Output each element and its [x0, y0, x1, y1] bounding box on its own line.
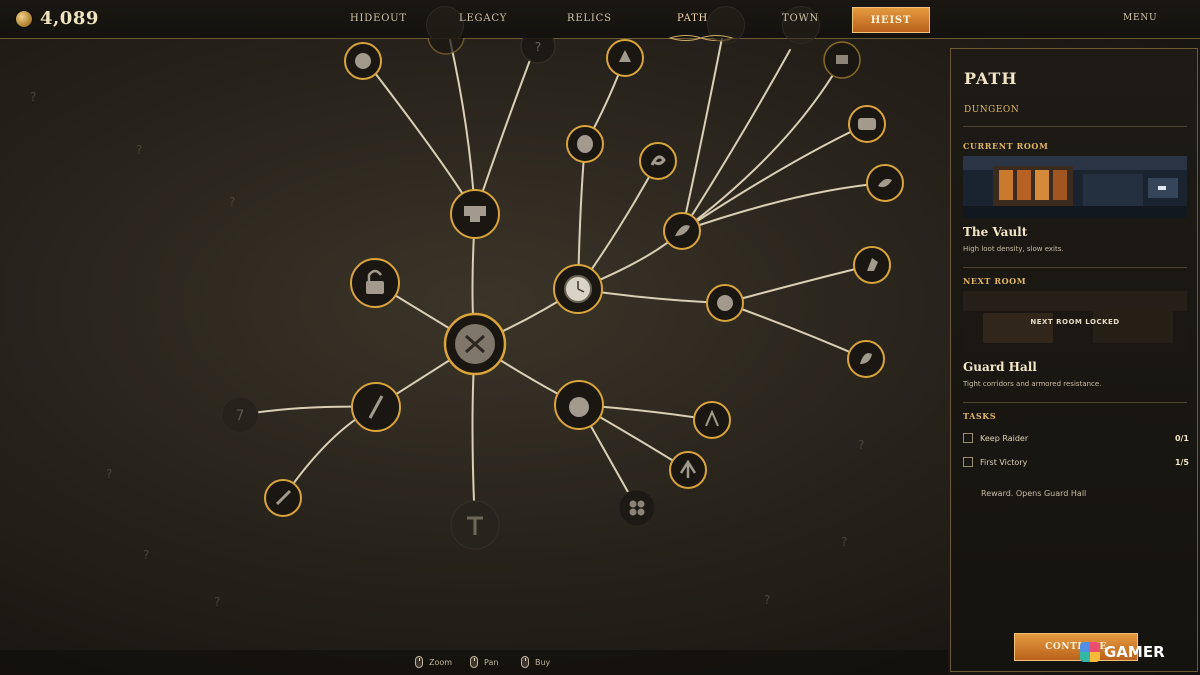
node-drum[interactable] [848, 105, 886, 143]
node-campfire[interactable] [693, 401, 731, 439]
node-horse[interactable] [853, 246, 891, 284]
pan-hint-label: Pan [484, 657, 499, 667]
node-helm2[interactable] [706, 284, 744, 322]
node-anvil[interactable] [450, 189, 500, 239]
node-helmet[interactable] [344, 42, 382, 80]
unknown-marker: ? [214, 595, 221, 609]
watermark: GAMER [1080, 642, 1165, 662]
node-bird[interactable] [866, 164, 904, 202]
watermark-text: GAMER [1104, 643, 1165, 661]
panel-subtitle: DUNGEON [964, 105, 1020, 115]
zoom-hint-label: Zoom [429, 657, 453, 667]
panel-title: PATH [964, 69, 1018, 88]
node-root[interactable] [443, 312, 507, 376]
nav-path[interactable]: PATH [677, 13, 708, 24]
task-row[interactable]: Keep Raider 0/1 [963, 431, 1189, 445]
node-barrel[interactable] [566, 125, 604, 163]
node-feather[interactable] [663, 212, 701, 250]
task-row[interactable]: First Victory 1/5 [963, 455, 1189, 469]
nav-hideout[interactable]: HIDEOUT [350, 13, 407, 24]
task-label: Keep Raider [980, 433, 1029, 443]
node-crossbow[interactable]: ? [520, 38, 556, 64]
buy-hint: Buy [521, 656, 550, 668]
nav-legacy[interactable]: LEGACY [459, 13, 507, 24]
node-scroll[interactable] [823, 41, 861, 79]
svg-text:?: ? [535, 40, 541, 54]
node-spear[interactable] [351, 382, 401, 432]
path-panel: PATH DUNGEON CURRENT ROOM The Vault High… [950, 48, 1198, 672]
nav-town[interactable]: TOWN [782, 13, 819, 24]
unknown-marker: ? [764, 593, 771, 607]
node-clock[interactable] [553, 264, 603, 314]
current-room-image [963, 156, 1187, 218]
nav-relics[interactable]: RELICS [567, 13, 612, 24]
divider [963, 126, 1187, 127]
top-bar: 4,089 HIDEOUT LEGACY RELICS PATH TOWN HE… [0, 0, 1200, 44]
node-arrow-up[interactable] [669, 451, 707, 489]
current-room-description: High loot density, slow exits. [963, 245, 1064, 253]
zoom-hint: Zoom [415, 656, 452, 668]
next-room-locked-text: NEXT ROOM LOCKED [1030, 318, 1120, 326]
unknown-marker: ? [30, 90, 37, 104]
mouse-click-icon [521, 656, 529, 668]
pan-hint: Pan [470, 656, 498, 668]
next-room-description: Tight corridors and armored resistance. [963, 380, 1102, 388]
next-room-name: Guard Hall [963, 360, 1037, 374]
unknown-marker: ? [136, 143, 143, 157]
locked-number: 7 [236, 408, 245, 424]
mouse-drag-icon [470, 656, 478, 668]
unknown-marker: ? [106, 467, 113, 481]
next-room-label: NEXT ROOM [963, 276, 1027, 286]
unknown-marker: ? [841, 535, 848, 549]
current-room-name: The Vault [963, 225, 1028, 239]
divider [963, 402, 1187, 403]
tasks-label: TASKS [963, 411, 997, 421]
task-count: 1/5 [1174, 457, 1189, 467]
menu-button[interactable]: MENU [1123, 13, 1157, 23]
divider [963, 267, 1187, 268]
tree-nodes: ? 7 [221, 38, 904, 550]
node-tool[interactable] [427, 38, 465, 55]
node-bomb[interactable] [554, 380, 604, 430]
buy-hint-label: Buy [535, 657, 551, 667]
current-room-label: CURRENT ROOM [963, 141, 1049, 151]
unknown-marker: ? [858, 438, 865, 452]
task-label: First Victory [980, 457, 1028, 467]
node-snake[interactable] [639, 142, 677, 180]
unknown-marker: ? [229, 195, 236, 209]
node-lock[interactable] [350, 258, 400, 308]
gamer-logo-icon [1080, 642, 1100, 662]
currency-display: 4,089 [16, 8, 99, 29]
task-count: 0/1 [1174, 433, 1189, 443]
node-gem[interactable] [606, 39, 644, 77]
currency-value: 4,089 [40, 8, 99, 29]
mouse-scroll-icon [415, 656, 423, 668]
node-rooster[interactable] [847, 340, 885, 378]
next-room-image: NEXT ROOM LOCKED [963, 291, 1187, 353]
unknown-marker: ? [143, 548, 150, 562]
node-dagger[interactable] [264, 479, 302, 517]
task-checkbox[interactable] [963, 433, 973, 443]
reward-text: Reward. Opens Guard Hall [981, 489, 1087, 498]
node-hammer[interactable] [450, 500, 500, 550]
node-clover[interactable] [618, 489, 656, 527]
gold-coin-icon [16, 10, 32, 27]
task-checkbox[interactable] [963, 457, 973, 467]
node-chest-top[interactable] [705, 38, 739, 42]
node-locked-7[interactable]: 7 [221, 396, 259, 434]
heist-button[interactable]: HEIST [852, 7, 930, 33]
